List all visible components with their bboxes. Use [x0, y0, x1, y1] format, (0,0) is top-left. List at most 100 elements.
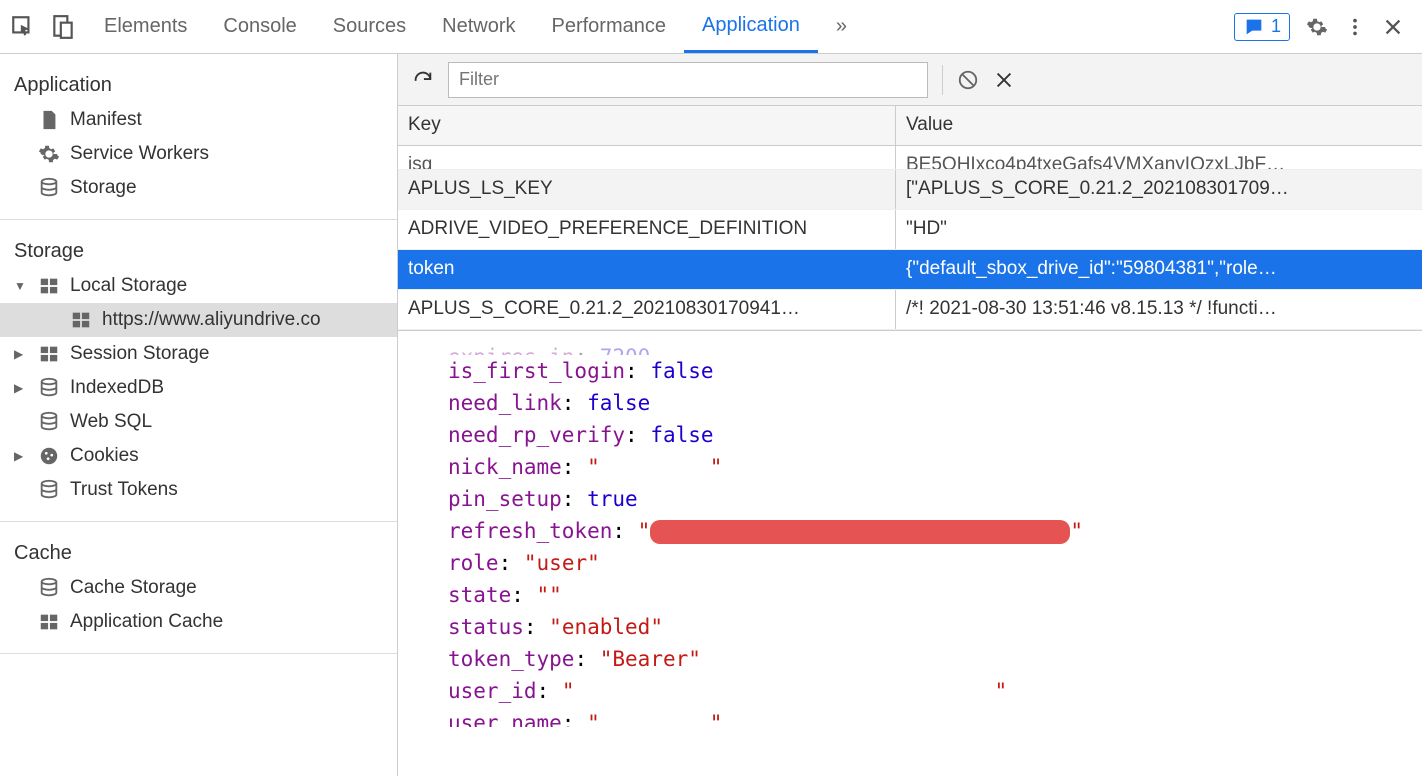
value-viewer: expires_in: 7200is_first_login: falsenee… [398, 330, 1422, 776]
sidebar-label: IndexedDB [70, 377, 164, 399]
col-key-header[interactable]: Key [398, 106, 896, 145]
viewer-line: is_first_login: false [448, 355, 1372, 387]
table-row[interactable]: token{"default_sbox_drive_id":"59804381"… [398, 250, 1422, 290]
table-row[interactable]: isg_BE5OHIxco4p4txeGafs4VMXanyIQzxLJbF… [398, 146, 1422, 170]
table-row[interactable]: ADRIVE_VIDEO_PREFERENCE_DEFINITION"HD" [398, 210, 1422, 250]
cell-key: APLUS_LS_KEY [398, 170, 896, 209]
sidebar-item-local-storage[interactable]: ▼ Local Storage [0, 269, 397, 303]
tabs-overflow[interactable]: » [818, 0, 865, 53]
sidebar-item-service-workers[interactable]: Service Workers [0, 137, 397, 171]
tri-right-icon: ▶ [14, 381, 26, 395]
table-row[interactable]: APLUS_S_CORE_0.21.2_20210830170941…/*! 2… [398, 290, 1422, 330]
storage-icon [70, 309, 92, 331]
device-mode-icon[interactable] [50, 14, 76, 40]
sidebar-item-cookies[interactable]: ▶ Cookies [0, 439, 397, 473]
viewer-line: need_link: false [448, 387, 1372, 419]
inspect-icon[interactable] [10, 14, 36, 40]
sidebar-item-manifest[interactable]: Manifest [0, 103, 397, 137]
sidebar-heading-storage: Storage [0, 230, 397, 269]
tab-application[interactable]: Application [684, 0, 818, 53]
tab-sources[interactable]: Sources [315, 0, 424, 53]
sidebar-item-trust-tokens[interactable]: Trust Tokens [0, 473, 397, 507]
sidebar-label: Application Cache [70, 611, 223, 633]
cell-value: "HD" [896, 210, 1422, 249]
database-icon [38, 411, 60, 433]
cell-key: token [398, 250, 896, 289]
cell-value: {"default_sbox_drive_id":"59804381","rol… [896, 250, 1422, 289]
tab-console[interactable]: Console [205, 0, 314, 53]
cell-value: /*! 2021-08-30 13:51:46 v8.15.13 */ !fun… [896, 290, 1422, 329]
sidebar-section-cache: Cache Cache Storage Application Cache [0, 522, 397, 654]
sidebar-item-storage[interactable]: Storage [0, 171, 397, 205]
close-icon[interactable] [1382, 16, 1404, 38]
sidebar-label: Service Workers [70, 143, 209, 165]
viewer-line: token_type: "Bearer" [448, 643, 1372, 675]
viewer-line: status: "enabled" [448, 611, 1372, 643]
cell-key: ADRIVE_VIDEO_PREFERENCE_DEFINITION [398, 210, 896, 249]
database-icon [38, 377, 60, 399]
sidebar-label: Session Storage [70, 343, 209, 365]
tri-right-icon: ▶ [14, 449, 26, 463]
toolbar-right: 1 [1216, 13, 1422, 41]
cell-key: APLUS_S_CORE_0.21.2_20210830170941… [398, 290, 896, 329]
filter-input[interactable] [448, 62, 928, 98]
application-sidebar: Application Manifest Service Workers Sto… [0, 54, 398, 776]
viewer-line: nick_name: "" [448, 451, 1372, 483]
viewer-line: state: "" [448, 579, 1372, 611]
sidebar-label: Cookies [70, 445, 139, 467]
tab-performance[interactable]: Performance [534, 0, 685, 53]
sidebar-item-origin[interactable]: https://www.aliyundrive.co [0, 303, 397, 337]
table-body: isg_BE5OHIxco4p4txeGafs4VMXanyIQzxLJbF…A… [398, 146, 1422, 330]
devtools-tabs: Elements Console Sources Network Perform… [86, 0, 1216, 53]
refresh-icon[interactable] [412, 69, 434, 91]
kebab-icon[interactable] [1344, 16, 1366, 38]
cell-value: BE5OHIxco4p4txeGafs4VMXanyIQzxLJbF… [896, 146, 1422, 169]
devtools-toolbar: Elements Console Sources Network Perform… [0, 0, 1422, 54]
sidebar-label: Local Storage [70, 275, 187, 297]
viewer-line: role: "user" [448, 547, 1372, 579]
cookie-icon [38, 445, 60, 467]
delete-icon[interactable] [993, 69, 1015, 91]
database-icon [38, 177, 60, 199]
table-row[interactable]: APLUS_LS_KEY["APLUS_S_CORE_0.21.2_202108… [398, 170, 1422, 210]
sidebar-item-websql[interactable]: Web SQL [0, 405, 397, 439]
col-value-header[interactable]: Value [896, 106, 1422, 145]
tab-elements[interactable]: Elements [86, 0, 205, 53]
chat-icon [1243, 16, 1265, 38]
database-icon [38, 479, 60, 501]
sidebar-heading-cache: Cache [0, 532, 397, 571]
sidebar-item-indexeddb[interactable]: ▶ IndexedDB [0, 371, 397, 405]
sidebar-label: https://www.aliyundrive.co [102, 309, 321, 331]
viewer-line: refresh_token: "" [448, 515, 1372, 547]
sidebar-heading-application: Application [0, 64, 397, 103]
sidebar-item-cache-storage[interactable]: Cache Storage [0, 571, 397, 605]
sidebar-label: Storage [70, 177, 137, 199]
database-icon [38, 577, 60, 599]
sidebar-item-application-cache[interactable]: Application Cache [0, 605, 397, 639]
devtools-main: Application Manifest Service Workers Sto… [0, 54, 1422, 776]
issues-count: 1 [1271, 16, 1281, 37]
gear-icon [38, 143, 60, 165]
tri-right-icon: ▶ [14, 347, 26, 361]
issues-badge[interactable]: 1 [1234, 13, 1290, 41]
sidebar-label: Manifest [70, 109, 142, 131]
sidebar-label: Trust Tokens [70, 479, 178, 501]
sidebar-item-session-storage[interactable]: ▶ Session Storage [0, 337, 397, 371]
tab-network[interactable]: Network [424, 0, 533, 53]
viewer-line: user_name: "" [448, 707, 1372, 727]
tri-down-icon: ▼ [14, 279, 26, 293]
storage-icon [38, 343, 60, 365]
document-icon [38, 109, 60, 131]
cell-value: ["APLUS_S_CORE_0.21.2_202108301709… [896, 170, 1422, 209]
clear-icon[interactable] [957, 69, 979, 91]
sidebar-section-storage: Storage ▼ Local Storage https://www.aliy… [0, 220, 397, 522]
viewer-line: user_id: "" [448, 675, 1372, 707]
storage-icon [38, 611, 60, 633]
storage-icon [38, 275, 60, 297]
filter-toolbar [398, 54, 1422, 106]
content-pane: Key Value isg_BE5OHIxco4p4txeGafs4VMXany… [398, 54, 1422, 776]
viewer-line: need_rp_verify: false [448, 419, 1372, 451]
gear-icon[interactable] [1306, 16, 1328, 38]
toolbar-left [0, 14, 86, 40]
sidebar-label: Cache Storage [70, 577, 197, 599]
